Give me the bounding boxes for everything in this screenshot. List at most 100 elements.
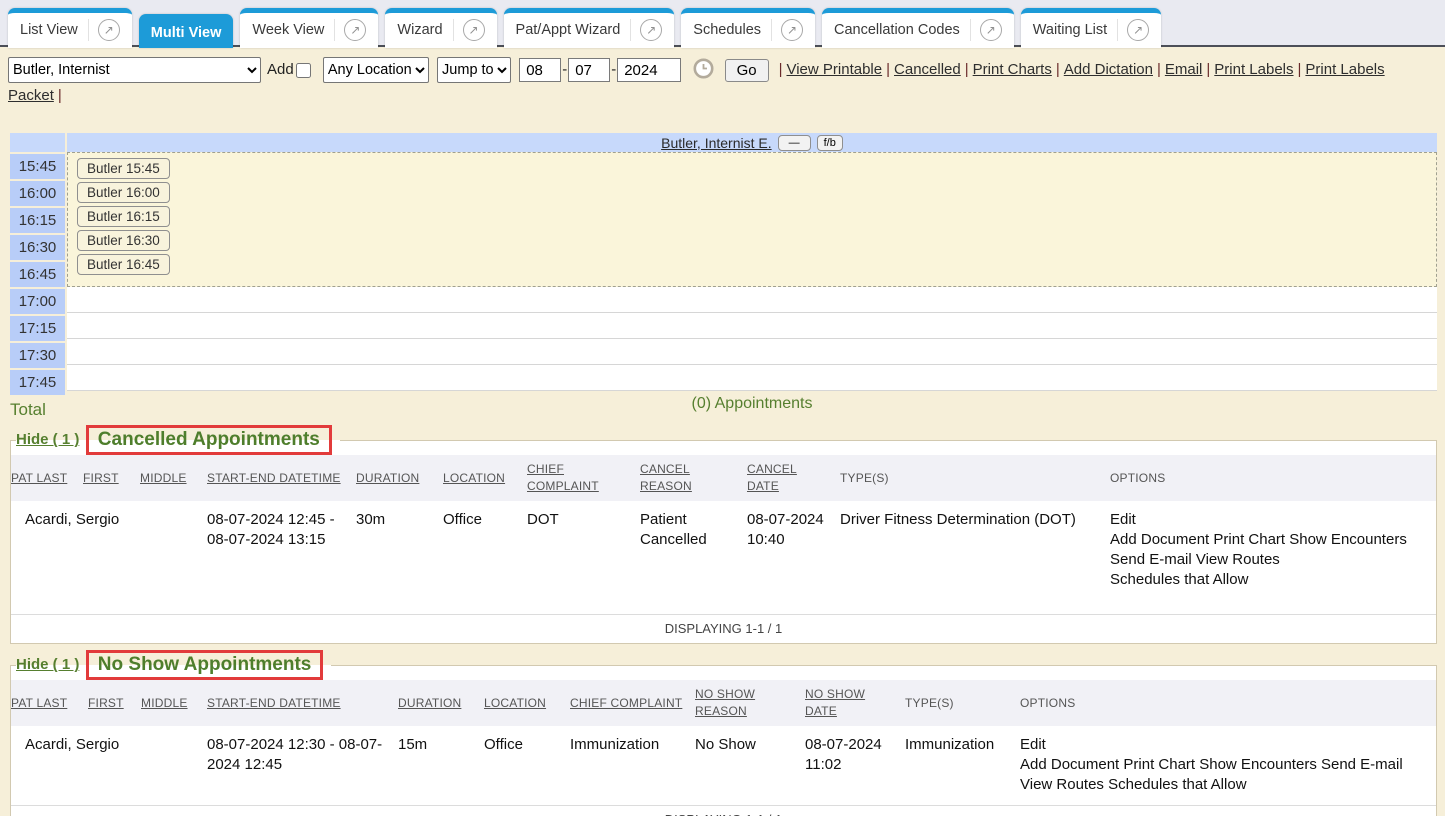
- view-tab[interactable]: Pat/Appt Wizard ↗: [504, 8, 675, 48]
- link-separator: |: [1206, 61, 1210, 78]
- view-tab[interactable]: Multi View ↗: [139, 14, 234, 48]
- cell-options[interactable]: Edit Add Document Print Chart Show Encou…: [1020, 726, 1436, 805]
- link-separator: |: [1157, 61, 1161, 78]
- grid-corner-cell: [10, 133, 65, 152]
- column-sort-link[interactable]: PAT LAST: [11, 471, 67, 485]
- column-sort-link[interactable]: MIDDLE: [140, 471, 187, 485]
- toolbar-link[interactable]: Add Dictation: [1064, 61, 1153, 78]
- view-tab[interactable]: Wizard ↗: [385, 8, 496, 48]
- cancelled-section-title: Cancelled Appointments: [86, 425, 332, 455]
- date-separator: -: [562, 61, 567, 78]
- toolbar-link[interactable]: Print Labels: [1214, 61, 1293, 78]
- empty-slot-row[interactable]: [67, 287, 1437, 313]
- column-sort-link[interactable]: FIRST: [88, 696, 124, 710]
- provider-link[interactable]: Butler, Internist E.: [661, 135, 772, 151]
- cell-noshow-reason: No Show: [695, 726, 805, 805]
- hide-cancelled-link[interactable]: Hide ( 1 ): [16, 431, 79, 448]
- column-sort-link[interactable]: TYPE(S): [840, 471, 889, 485]
- fb-button[interactable]: f/b: [817, 135, 843, 151]
- table-header-row: PAT LAST FIRST MIDDLE START-END DATETIME DUR…: [11, 455, 1436, 501]
- column-sort-link[interactable]: START-END DATETIME: [207, 471, 341, 485]
- column-sort-link[interactable]: CHIEF COMPLAINT: [570, 696, 682, 710]
- collapse-button[interactable]: —: [778, 135, 811, 151]
- slot-button[interactable]: Butler 16:30: [77, 230, 170, 251]
- noshow-paging-status: DISPLAYING 1-1 / 1: [11, 805, 1436, 816]
- date-year-field[interactable]: [617, 58, 681, 82]
- cancelled-appointment-row: Acardi, Sergio 08-07-2024 12:45 - 08-07-…: [11, 501, 1436, 614]
- empty-slot-row[interactable]: [67, 339, 1437, 365]
- go-button[interactable]: Go: [725, 59, 769, 82]
- popout-icon[interactable]: ↗: [1127, 19, 1149, 41]
- popout-icon[interactable]: ↗: [463, 19, 485, 41]
- cancelled-paging-status: DISPLAYING 1-1 / 1: [11, 614, 1436, 643]
- location-select[interactable]: Any Location: [323, 57, 429, 83]
- column-sort-link[interactable]: START-END DATETIME: [207, 696, 341, 710]
- column-header: TYPE(S): [840, 455, 1110, 501]
- link-separator: |: [58, 87, 62, 104]
- time-column: 15:4516:0016:1516:3016:4517:0017:1517:30…: [10, 133, 65, 423]
- column-header: LOCATION: [443, 455, 527, 501]
- column-sort-link[interactable]: CANCEL DATE: [747, 462, 797, 493]
- total-appointments: (0) Appointments: [67, 391, 1437, 417]
- popout-icon[interactable]: ↗: [980, 19, 1002, 41]
- column-sort-link[interactable]: TYPE(S): [905, 696, 954, 710]
- cell-duration: 15m: [398, 726, 484, 805]
- empty-slot-row[interactable]: [67, 313, 1437, 339]
- popout-icon[interactable]: ↗: [344, 19, 366, 41]
- link-separator: |: [1056, 61, 1060, 78]
- column-sort-link[interactable]: LOCATION: [443, 471, 505, 485]
- column-sort-link[interactable]: NO SHOW DATE: [805, 687, 865, 718]
- view-tab[interactable]: Waiting List ↗: [1021, 8, 1161, 48]
- toolbar: Butler, Internist Add Any Location Jump …: [0, 47, 1445, 113]
- toolbar-link[interactable]: Email: [1165, 61, 1203, 78]
- date-day-field[interactable]: [568, 58, 610, 82]
- slot-button[interactable]: Butler 16:45: [77, 254, 170, 275]
- column-sort-link[interactable]: FIRST: [83, 471, 119, 485]
- column-sort-link[interactable]: CHIEF COMPLAINT: [527, 462, 599, 493]
- tab-list: List View ↗ Multi View ↗ Week View ↗: [8, 8, 1445, 48]
- toolbar-link[interactable]: Print Charts: [973, 61, 1052, 78]
- column-header: NO SHOW DATE: [805, 680, 905, 726]
- slot-button[interactable]: Butler 15:45: [77, 158, 170, 179]
- view-tab[interactable]: List View ↗: [8, 8, 132, 48]
- toolbar-link[interactable]: View Printable: [786, 61, 882, 78]
- column-sort-link[interactable]: MIDDLE: [141, 696, 188, 710]
- popout-icon[interactable]: ↗: [640, 19, 662, 41]
- calendar-clock-icon[interactable]: [693, 58, 714, 82]
- view-tab[interactable]: Week View ↗: [240, 8, 378, 48]
- cell-types: Driver Fitness Determination (DOT): [840, 501, 1110, 614]
- cell-middle: [140, 501, 207, 614]
- column-sort-link[interactable]: DURATION: [398, 696, 461, 710]
- provider-select[interactable]: Butler, Internist: [8, 57, 261, 83]
- add-label: Add: [267, 61, 294, 78]
- view-tab[interactable]: Cancellation Codes ↗: [822, 8, 1014, 48]
- hide-noshow-link[interactable]: Hide ( 1 ): [16, 656, 79, 673]
- slot-button[interactable]: Butler 16:00: [77, 182, 170, 203]
- toolbar-link[interactable]: Cancelled: [894, 61, 961, 78]
- column-sort-link[interactable]: OPTIONS: [1020, 696, 1075, 710]
- column-sort-link[interactable]: NO SHOW REASON: [695, 687, 755, 718]
- popout-icon[interactable]: ↗: [781, 19, 803, 41]
- column-sort-link[interactable]: CANCEL REASON: [640, 462, 692, 493]
- empty-slot-row[interactable]: [67, 365, 1437, 391]
- add-checkbox[interactable]: [296, 63, 311, 78]
- link-separator: |: [779, 61, 783, 78]
- view-tab[interactable]: Schedules ↗: [681, 8, 815, 48]
- jump-to-select[interactable]: Jump to: [437, 57, 511, 83]
- noshow-section-title: No Show Appointments: [86, 650, 324, 680]
- date-month-field[interactable]: [519, 58, 561, 82]
- popout-icon[interactable]: ↗: [98, 19, 120, 41]
- column-sort-link[interactable]: PAT LAST: [11, 696, 67, 710]
- column-sort-link[interactable]: OPTIONS: [1110, 471, 1165, 485]
- tab-bar: List View ↗ Multi View ↗ Week View ↗: [0, 0, 1445, 47]
- provider-header: Butler, Internist E. — f/b: [67, 133, 1437, 152]
- slot-button[interactable]: Butler 16:15: [77, 206, 170, 227]
- cell-options[interactable]: Edit Add Document Print Chart Show Encou…: [1110, 501, 1436, 614]
- column-header: CANCEL DATE: [747, 455, 840, 501]
- provider-hours-area[interactable]: Butler 15:45 Butler 16:00 Butler 16:15 Butl…: [67, 152, 1437, 287]
- column-sort-link[interactable]: DURATION: [356, 471, 419, 485]
- column-sort-link[interactable]: LOCATION: [484, 696, 546, 710]
- cell-chief-complaint: DOT: [527, 501, 640, 614]
- column-header: MIDDLE: [141, 680, 207, 726]
- cell-location: Office: [443, 501, 527, 614]
